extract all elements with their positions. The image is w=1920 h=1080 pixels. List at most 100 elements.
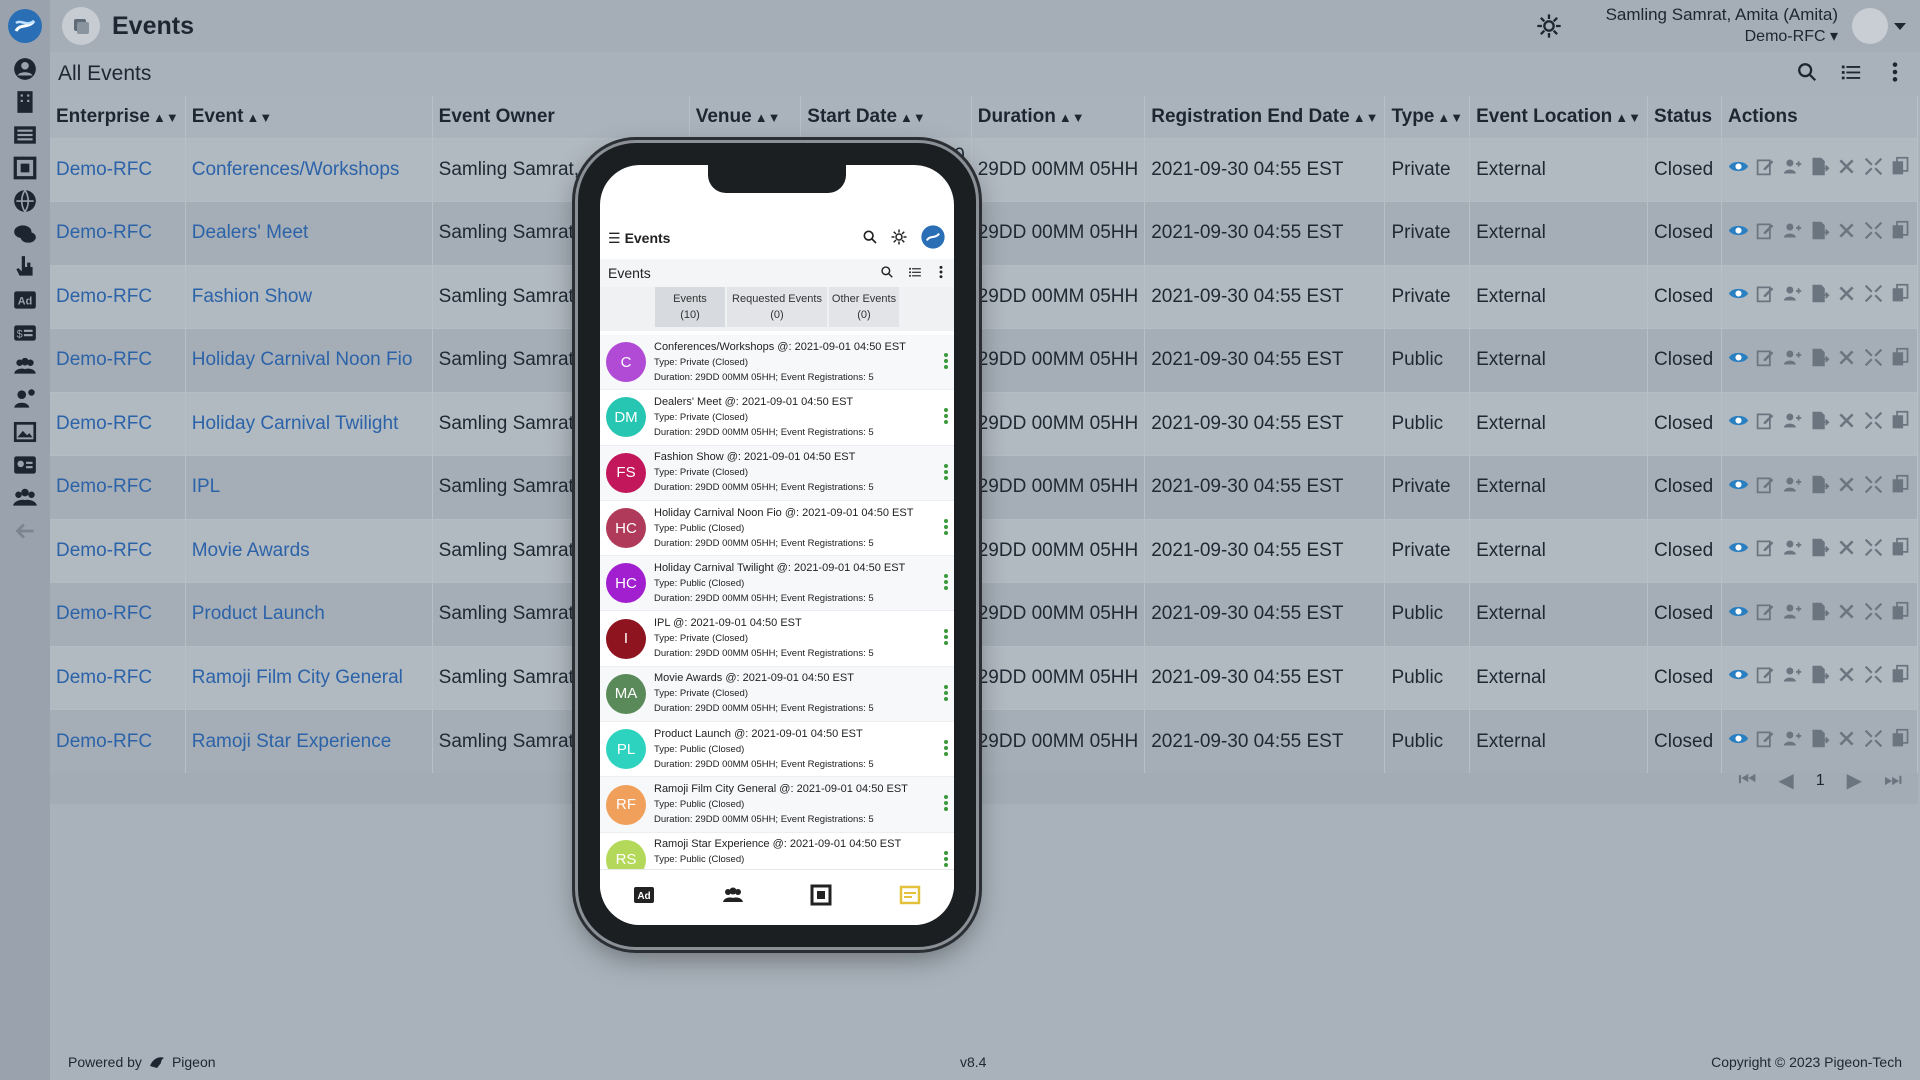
avatar[interactable] — [1852, 8, 1888, 44]
ad-icon[interactable]: Ad — [8, 285, 42, 315]
sort-icon[interactable]: ▲▼ — [1059, 110, 1085, 125]
export-file-icon[interactable] — [1809, 474, 1830, 501]
prev-page-icon[interactable]: ◀ — [1778, 768, 1793, 793]
export-file-icon[interactable] — [1809, 664, 1830, 691]
delete-x-icon[interactable] — [1836, 220, 1857, 247]
list-item[interactable]: FS Fashion Show @: 2021-09-01 04:50 EST Ty… — [600, 445, 954, 501]
col-event[interactable]: Event ▲▼ — [185, 96, 433, 138]
view-eye-icon[interactable] — [1728, 156, 1749, 183]
add-user-icon[interactable] — [1782, 283, 1803, 310]
expand-icon[interactable] — [1863, 410, 1884, 437]
hand-icon[interactable] — [8, 252, 42, 282]
copy-icon[interactable] — [1890, 601, 1911, 628]
edit-icon[interactable] — [1755, 537, 1776, 564]
expand-icon[interactable] — [1863, 283, 1884, 310]
item-more-icon[interactable] — [944, 353, 948, 369]
expand-icon[interactable] — [1863, 156, 1884, 183]
edit-icon[interactable] — [1755, 156, 1776, 183]
col-duration[interactable]: Duration ▲▼ — [971, 96, 1146, 138]
enterprise-selector[interactable]: Demo-RFC ▾ — [1606, 26, 1838, 48]
sort-icon[interactable]: ▲▼ — [755, 110, 781, 125]
export-file-icon[interactable] — [1809, 220, 1830, 247]
nav-events-icon[interactable] — [898, 883, 922, 912]
export-file-icon[interactable] — [1809, 347, 1830, 374]
copy-icon[interactable] — [1890, 283, 1911, 310]
settings-gear-icon[interactable] — [1532, 9, 1566, 43]
list-item[interactable]: PL Product Launch @: 2021-09-01 04:50 EST… — [600, 722, 954, 778]
people-icon[interactable] — [8, 351, 42, 381]
sort-icon[interactable]: ▲▼ — [1353, 110, 1379, 125]
delete-x-icon[interactable] — [1836, 156, 1857, 183]
view-eye-icon[interactable] — [1728, 220, 1749, 247]
add-user-icon[interactable] — [1782, 410, 1803, 437]
phone-list-icon[interactable] — [908, 265, 922, 282]
add-user-icon[interactable] — [1782, 601, 1803, 628]
add-user-icon[interactable] — [1782, 220, 1803, 247]
cell-event[interactable]: Holiday Carnival Twilight — [185, 391, 433, 456]
delete-x-icon[interactable] — [1836, 537, 1857, 564]
col-enterprise[interactable]: Enterprise ▲▼ — [50, 96, 186, 138]
table-row[interactable]: Demo-RFCDealers' MeetSamling Samrat,2021… — [50, 201, 1918, 265]
add-user-icon[interactable] — [1782, 537, 1803, 564]
phone-gear-icon[interactable] — [890, 228, 908, 249]
nav-ad-icon[interactable]: Ad — [632, 883, 656, 912]
export-file-icon[interactable] — [1809, 728, 1830, 755]
last-page-icon[interactable]: ⏭ — [1884, 769, 1902, 792]
list-icon[interactable] — [8, 120, 42, 150]
list-item[interactable]: HC Holiday Carnival Twilight @: 2021-09-0… — [600, 556, 954, 612]
sort-icon[interactable]: ▲▼ — [246, 110, 272, 125]
col-venue[interactable]: Venue ▲▼ — [689, 96, 802, 138]
next-page-icon[interactable]: ▶ — [1847, 768, 1862, 793]
delete-x-icon[interactable] — [1836, 728, 1857, 755]
cell-enterprise[interactable]: Demo-RFC — [50, 328, 186, 392]
cell-event[interactable]: Movie Awards — [185, 518, 433, 583]
delete-x-icon[interactable] — [1836, 347, 1857, 374]
view-eye-icon[interactable] — [1728, 537, 1749, 564]
table-row[interactable]: Demo-RFC Holiday Carnival Twilight Samling… — [50, 391, 1918, 456]
frame-icon[interactable] — [8, 153, 42, 183]
cell-event[interactable]: IPL — [185, 455, 433, 519]
delete-x-icon[interactable] — [1836, 283, 1857, 310]
cell-enterprise[interactable]: Demo-RFC — [50, 645, 186, 710]
dollar-card-icon[interactable]: $ — [8, 318, 42, 348]
table-row[interactable]: Demo-RFCFashion ShowSamling Samrat,2021-… — [50, 264, 1918, 329]
user-icon[interactable] — [8, 54, 42, 84]
tab-events[interactable]: Events (10) — [655, 287, 725, 327]
list-item[interactable]: DM Dealers' Meet @: 2021-09-01 04:50 EST T… — [600, 390, 954, 446]
cell-event[interactable]: Ramoji Star Experience — [185, 709, 433, 773]
copy-icon[interactable] — [1890, 537, 1911, 564]
sort-icon[interactable]: ▲▼ — [900, 110, 926, 125]
table-row[interactable]: Demo-RFC Holiday Carnival Noon Fio Samling… — [50, 328, 1918, 392]
add-user-icon[interactable] — [1782, 474, 1803, 501]
expand-icon[interactable] — [1863, 347, 1884, 374]
cell-enterprise[interactable]: Demo-RFC — [50, 201, 186, 265]
copy-icon[interactable] — [1890, 220, 1911, 247]
phone-sub-search-icon[interactable] — [880, 265, 894, 282]
view-eye-icon[interactable] — [1728, 601, 1749, 628]
item-more-icon[interactable] — [944, 850, 948, 867]
copy-icon[interactable] — [1890, 474, 1911, 501]
chat-icon[interactable] — [8, 219, 42, 249]
table-row[interactable]: Demo-RFCMovie AwardsSamling Samrat,2021-… — [50, 518, 1918, 583]
cell-enterprise[interactable]: Demo-RFC — [50, 582, 186, 646]
cell-enterprise[interactable]: Demo-RFC — [50, 264, 186, 329]
item-more-icon[interactable] — [944, 795, 948, 812]
delete-x-icon[interactable] — [1836, 664, 1857, 691]
tab-requested-events[interactable]: Requested Events (0) — [727, 287, 827, 327]
logo[interactable] — [5, 6, 45, 46]
expand-icon[interactable] — [1863, 537, 1884, 564]
cell-event[interactable]: Conferences/Workshops — [185, 137, 433, 202]
view-eye-icon[interactable] — [1728, 664, 1749, 691]
cell-enterprise[interactable]: Demo-RFC — [50, 709, 186, 773]
building-icon[interactable] — [8, 87, 42, 117]
view-eye-icon[interactable] — [1728, 474, 1749, 501]
export-file-icon[interactable] — [1809, 601, 1830, 628]
cell-event[interactable]: Product Launch — [185, 582, 433, 646]
col-start-date[interactable]: Start Date ▲▼ — [800, 96, 972, 138]
sort-icon[interactable]: ▲▼ — [1615, 110, 1641, 125]
item-more-icon[interactable] — [944, 574, 948, 591]
sort-icon[interactable]: ▲▼ — [1437, 110, 1463, 125]
cell-event[interactable]: Dealers' Meet — [185, 201, 433, 265]
cell-event[interactable]: Holiday Carnival Noon Fio — [185, 328, 433, 392]
copy-icon[interactable] — [1890, 728, 1911, 755]
